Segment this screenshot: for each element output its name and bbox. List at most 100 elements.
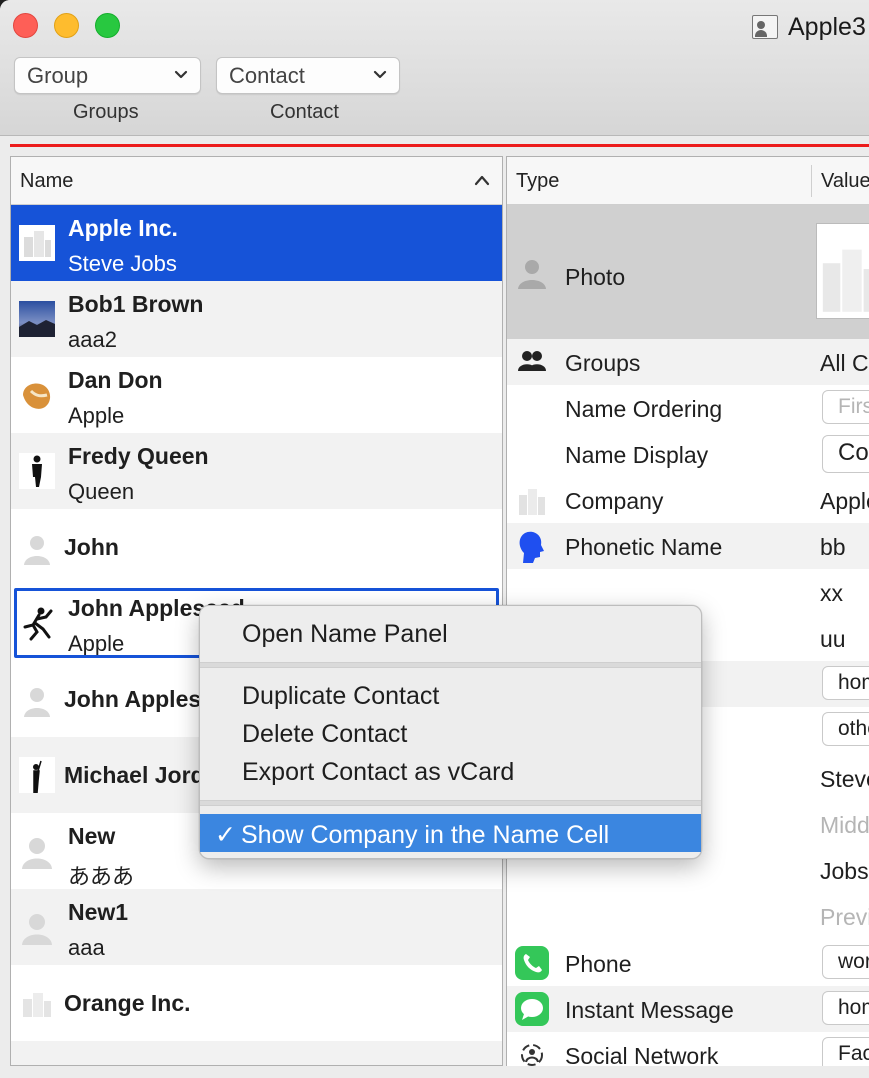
contact-subtitle: aaa (68, 935, 105, 960)
contact-subtitle: あああ (68, 864, 135, 889)
close-window-button[interactable] (13, 13, 38, 38)
detail-row-photo[interactable]: Photo (507, 205, 869, 339)
detail-row-social-network[interactable]: Social Network Facebook (507, 1032, 869, 1066)
detail-row-instant-message[interactable]: Instant Message home (507, 986, 869, 1032)
phone-type-popup[interactable]: work (822, 945, 869, 979)
contact-name: Bob1 Brown (68, 291, 204, 317)
running-figure-icon (23, 607, 53, 641)
contact-name: Dan Don (68, 367, 163, 393)
social-network-type-popup[interactable]: Facebook (822, 1037, 869, 1066)
company-icon (23, 993, 51, 1017)
social-network-icon (521, 1044, 543, 1066)
menu-item-delete-contact[interactable]: Delete Contact (200, 714, 701, 752)
toolbar: Apple3 Group Contact Groups Contact (0, 0, 869, 136)
groups-value: All Contacts (820, 350, 869, 376)
menu-item-show-company[interactable]: ✓ Show Company in the Name Cell (200, 814, 701, 852)
phonetic-name-label: Phonetic Name (565, 534, 723, 560)
contact-row-new1[interactable]: New1 aaa (11, 889, 502, 965)
window-title-area: Apple3 (752, 12, 866, 42)
column-divider[interactable] (811, 165, 812, 197)
contact-row-apple-inc[interactable]: Apple Inc. Steve Jobs (11, 205, 502, 281)
name-display-popup[interactable]: Company (822, 435, 869, 473)
window-title: Apple3 (788, 12, 866, 41)
contacts-window: Apple3 Group Contact Groups Contact Name (0, 0, 869, 1078)
contact-row-orange-inc[interactable]: Orange Inc. (11, 965, 502, 1041)
contact-popup-label: Contact (229, 62, 305, 88)
menu-item-open-name-panel[interactable]: Open Name Panel (200, 614, 701, 652)
previous-placeholder[interactable]: Previous (820, 904, 869, 931)
groups-label: Groups (565, 350, 641, 376)
menu-item-export-vcard[interactable]: Export Contact as vCard (200, 752, 701, 790)
name-ordering-field[interactable]: First (822, 390, 869, 424)
person-placeholder-icon (22, 914, 52, 945)
contact-row-bob1-brown[interactable]: Bob1 Brown aaa2 (11, 281, 502, 357)
middle-name-placeholder[interactable]: Middle (820, 812, 869, 839)
contact-subtitle: Apple (68, 631, 125, 656)
value-column-header[interactable]: Value (821, 170, 869, 193)
contact-popup-button[interactable]: Contact (216, 57, 400, 94)
phonetic-head-icon (519, 531, 544, 563)
contact-name: New (68, 823, 116, 849)
show-company-label: Show Company in the Name Cell (241, 821, 610, 849)
detail-row-previous[interactable]: Previous (507, 893, 869, 939)
detail-row-phonetic-name[interactable]: Phonetic Name bb (507, 523, 869, 569)
company-icon (519, 489, 545, 515)
minimize-window-button[interactable] (54, 13, 79, 38)
contact-name: John (64, 534, 119, 560)
contact-row-fredy-queen[interactable]: Fredy Queen Queen (11, 433, 502, 509)
menu-separator (200, 662, 701, 668)
person-placeholder-icon (518, 260, 546, 289)
silhouette-icon (19, 453, 55, 489)
contact-name: New1 (68, 899, 129, 925)
company-label: Company (565, 488, 664, 514)
person-placeholder-icon (24, 688, 50, 717)
vcard-document-icon (752, 15, 778, 39)
detail-table-header: Type Value (507, 157, 869, 205)
contact-subtitle: Queen (68, 479, 135, 504)
person-placeholder-icon (24, 536, 50, 565)
phonetic-value-3: uu (820, 626, 846, 652)
last-name-value[interactable]: Jobs (820, 858, 869, 885)
checkmark-icon: ✓ (215, 821, 236, 849)
home-label-popup[interactable]: home (822, 666, 869, 700)
name-display-label: Name Display (565, 442, 709, 468)
social-network-label: Social Network (565, 1043, 719, 1066)
other-label-popup[interactable]: other (822, 712, 869, 746)
detail-row-company[interactable]: Company Apple (507, 477, 869, 523)
contact-row-john[interactable]: John (11, 509, 502, 585)
detail-row-name-display[interactable]: Name Display Company (507, 431, 869, 477)
company-icon (19, 225, 55, 261)
context-menu: Open Name Panel Duplicate Contact Delete… (199, 605, 702, 859)
name-column-header[interactable]: Name (11, 157, 502, 205)
zoom-window-button[interactable] (95, 13, 120, 38)
person-placeholder-icon (22, 838, 52, 869)
name-ordering-label: Name Ordering (565, 396, 723, 422)
contact-toolbar-label: Contact (270, 101, 339, 123)
contact-subtitle: Steve Jobs (68, 251, 177, 276)
name-header-label: Name (20, 170, 74, 192)
silhouette-icon (19, 757, 55, 793)
type-column-header[interactable]: Type (516, 170, 559, 193)
sort-ascending-icon (474, 175, 490, 186)
group-popup-button[interactable]: Group (14, 57, 201, 94)
menu-item-duplicate-contact[interactable]: Duplicate Contact (200, 676, 701, 714)
photo-label: Photo (565, 264, 626, 290)
phonetic-name-value: bb (820, 534, 846, 560)
detail-row-name-ordering[interactable]: Name Ordering First (507, 385, 869, 431)
contact-row-dan-don[interactable]: Dan Don Apple (11, 357, 502, 433)
chevron-down-icon (373, 70, 387, 79)
detail-row-phone[interactable]: Phone work (507, 940, 869, 986)
landscape-photo-icon (19, 301, 55, 337)
contact-name: Orange Inc. (64, 990, 191, 1016)
contact-name: Apple Inc. (68, 215, 178, 241)
group-popup-label: Group (27, 62, 89, 88)
fortune-cookie-icon (23, 383, 51, 409)
company-value: Apple (820, 488, 869, 514)
instant-message-type-popup[interactable]: home (822, 991, 869, 1025)
company-photo-image[interactable] (816, 223, 869, 319)
messages-icon (515, 992, 549, 1026)
groups-toolbar-label: Groups (73, 101, 139, 123)
first-name-value[interactable]: Steve (820, 766, 869, 793)
detail-row-groups[interactable]: Groups All Contacts (507, 339, 869, 385)
groups-icon (518, 351, 546, 371)
